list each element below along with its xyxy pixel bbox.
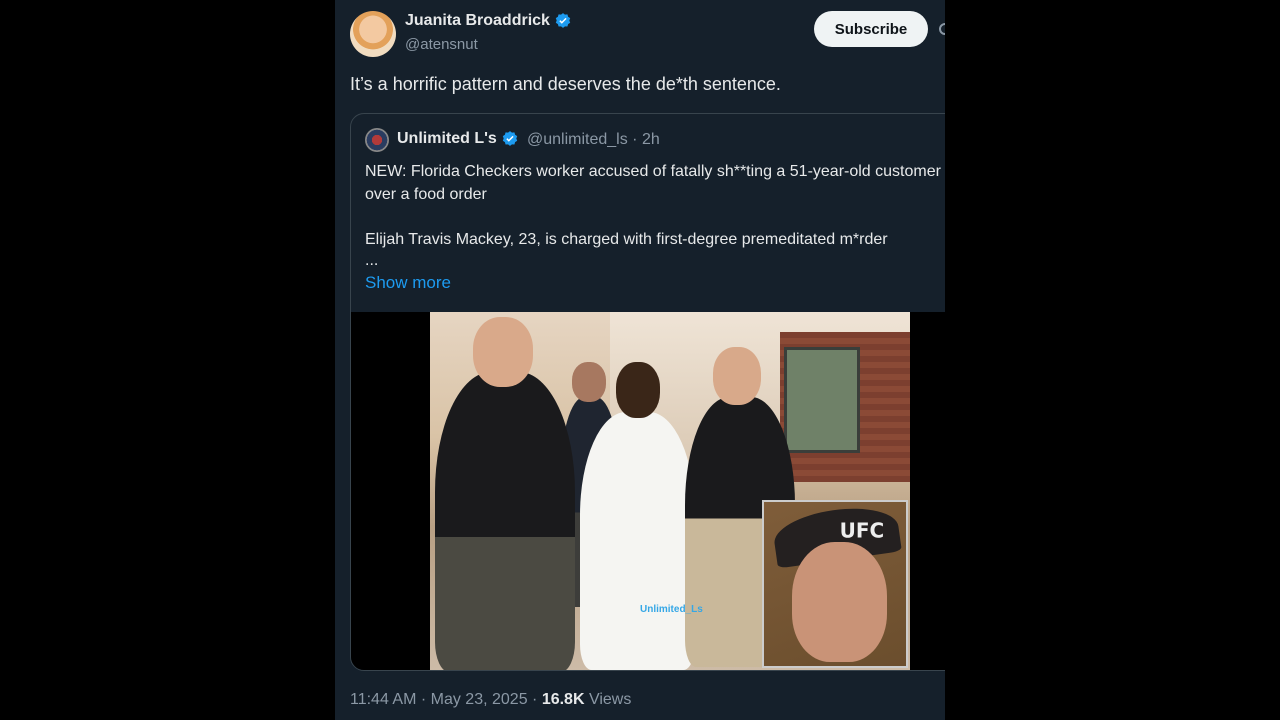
quoted-meta: @unlimited_ls · 2h [527,131,660,148]
tweet-text: It’s a horrific pattern and deserves the… [350,74,781,94]
author-name[interactable]: Juanita Broaddrick [405,12,550,30]
suspect-figure [580,362,695,670]
verified-badge-icon [502,131,518,146]
quoted-media[interactable]: Unlimited_Ls UFC [351,312,945,670]
tweet-footer: 11:44 AM · May 23, 2025 · 16.8K Views [350,691,631,709]
tweet-card: Juanita Broaddrick @atensnut Subscribe I… [335,0,945,720]
quoted-text: NEW: Florida Checkers worker accused of … [365,160,945,251]
quoted-text-line2: Elijah Travis Mackey, 23, is charged wit… [365,231,888,248]
author-name-row[interactable]: Juanita Broaddrick [405,12,572,30]
quoted-text-line1: NEW: Florida Checkers worker accused of … [365,163,941,203]
face [792,542,887,662]
quoted-author-name-row[interactable]: Unlimited L's [397,130,519,148]
cap-text: UFC [839,518,885,543]
watermark: Unlimited_Ls [640,604,703,615]
media-image[interactable]: Unlimited_Ls UFC [430,312,910,670]
quoted-ellipsis: ... [365,252,379,269]
verified-badge-icon [555,13,571,28]
views-count: 16.8K [541,691,585,708]
show-more-link[interactable]: Show more [365,273,451,293]
inset-photo: UFC [762,500,908,668]
quoted-tweet[interactable]: Unlimited L's @unlimited_ls · 2h NEW: Fl… [350,113,945,671]
views-label: Views [588,691,632,708]
subscribe-button[interactable]: Subscribe [814,11,928,47]
quoted-author-name[interactable]: Unlimited L's [397,130,497,148]
author-avatar[interactable] [350,11,396,57]
quoted-author-avatar[interactable] [365,128,389,152]
timestamp[interactable]: 11:44 AM · May 23, 2025 · [350,691,537,708]
officer-figure [435,317,575,670]
more-icon[interactable] [936,18,945,40]
window [784,347,860,453]
author-handle[interactable]: @atensnut [405,36,478,53]
